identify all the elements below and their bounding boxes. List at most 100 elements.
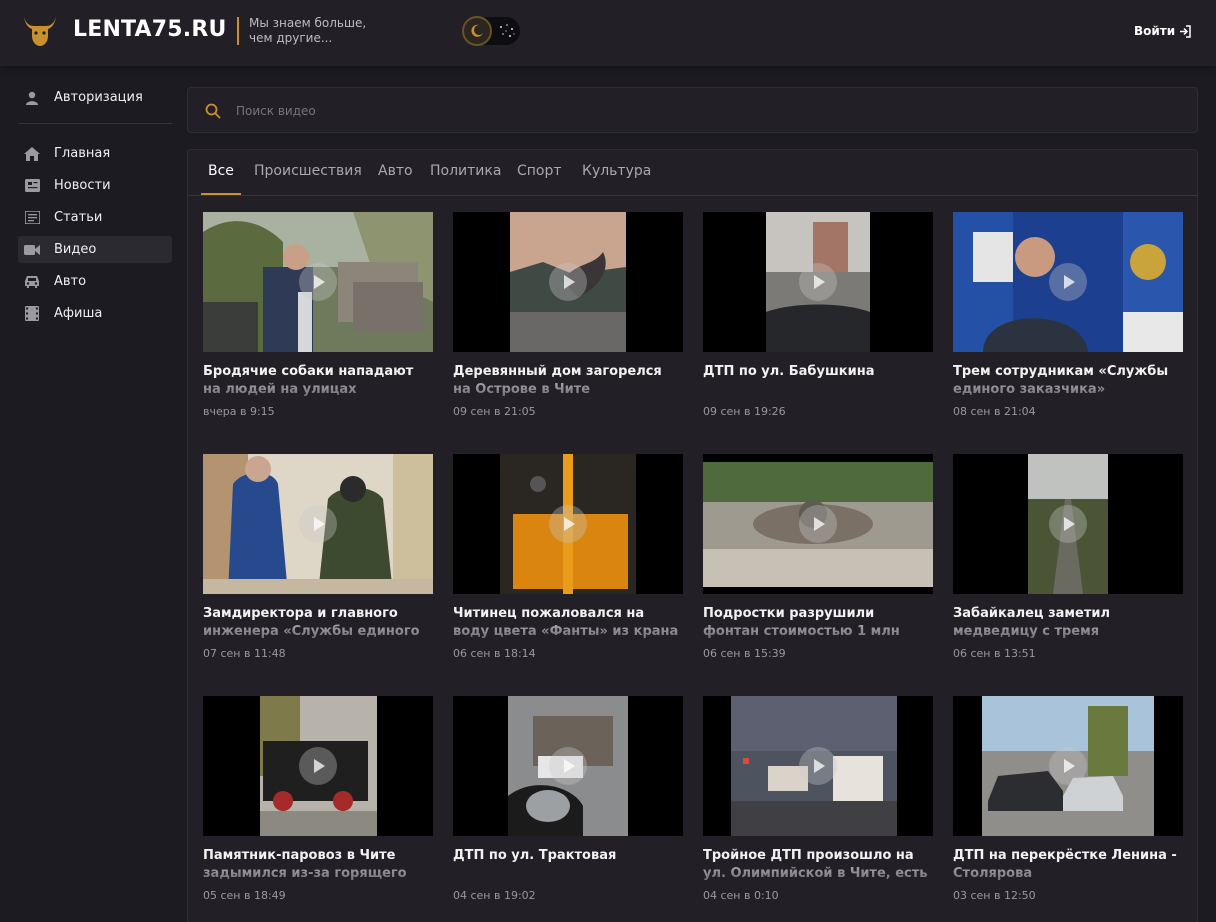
video-card[interactable]: Читинец пожаловался на воду цвета «Фанты… bbox=[453, 454, 683, 674]
search-bar bbox=[187, 87, 1198, 133]
sidebar-item-label: Статьи bbox=[54, 210, 103, 225]
title-fade bbox=[953, 623, 1183, 643]
sidebar-item-label: Авторизация bbox=[54, 90, 143, 105]
video-thumbnail[interactable] bbox=[953, 696, 1183, 836]
video-date: 04 сен в 0:10 bbox=[703, 889, 779, 902]
video-date: 04 сен в 19:02 bbox=[453, 889, 536, 902]
home-icon bbox=[24, 146, 40, 162]
play-icon[interactable] bbox=[1049, 505, 1087, 543]
video-thumbnail[interactable] bbox=[453, 212, 683, 352]
video-date: 05 сен в 18:49 bbox=[203, 889, 286, 902]
sidebar-divider bbox=[18, 123, 172, 124]
document-icon bbox=[24, 210, 40, 226]
film-icon bbox=[24, 306, 40, 322]
sidebar-item-label: Новости bbox=[54, 178, 111, 193]
play-icon[interactable] bbox=[549, 263, 587, 301]
video-card[interactable]: Замдиректора и главного инженера «Службы… bbox=[203, 454, 433, 674]
play-icon[interactable] bbox=[1049, 747, 1087, 785]
video-date: 09 сен в 21:05 bbox=[453, 405, 536, 418]
video-card[interactable]: ДТП по ул. Трактовая 04 сен в 19:02 bbox=[453, 696, 683, 916]
title-fade bbox=[203, 865, 433, 885]
video-date: 06 сен в 13:51 bbox=[953, 647, 1036, 660]
title-fade bbox=[703, 865, 933, 885]
logo-divider bbox=[237, 17, 239, 45]
video-card[interactable]: Памятник-паровоз в Чите задымился из-за … bbox=[203, 696, 433, 916]
login-label: Войти bbox=[1134, 24, 1176, 38]
video-thumbnail[interactable] bbox=[953, 212, 1183, 352]
sidebar-item-home[interactable]: Главная bbox=[18, 140, 172, 167]
tab-all[interactable]: Все bbox=[208, 163, 234, 179]
login-arrow-icon bbox=[1180, 24, 1191, 38]
video-card[interactable]: Подростки разрушили фонтан стоимостью 1 … bbox=[703, 454, 933, 674]
video-thumbnail[interactable] bbox=[453, 696, 683, 836]
title-fade bbox=[453, 623, 683, 643]
tab-auto[interactable]: Авто bbox=[378, 163, 413, 179]
category-tabs: Все Происшествия Авто Политика Спорт Кул… bbox=[188, 150, 1197, 196]
sidebar-item-label: Видео bbox=[54, 242, 97, 257]
tab-culture[interactable]: Культура bbox=[582, 163, 651, 179]
video-thumbnail[interactable] bbox=[203, 696, 433, 836]
stars-icon bbox=[500, 24, 515, 37]
video-card[interactable]: Забайкалец заметил медведицу с тремя 06 … bbox=[953, 454, 1183, 674]
site-tagline: Мы знаем больше, чем другие... bbox=[249, 16, 367, 45]
title-fade bbox=[453, 381, 683, 401]
sidebar-item-afisha[interactable]: Афиша bbox=[18, 300, 172, 327]
video-thumbnail[interactable] bbox=[953, 454, 1183, 594]
tab-politics[interactable]: Политика bbox=[430, 163, 501, 179]
tab-sport[interactable]: Спорт bbox=[517, 163, 562, 179]
video-date: 08 сен в 21:04 bbox=[953, 405, 1036, 418]
bull-logo-icon[interactable] bbox=[22, 14, 58, 48]
video-date: 06 сен в 18:14 bbox=[453, 647, 536, 660]
active-tab-indicator bbox=[201, 193, 241, 195]
moon-icon bbox=[462, 16, 492, 46]
video-card[interactable]: ДТП на перекрёстке Ленина - Столярова 03… bbox=[953, 696, 1183, 916]
title-fade bbox=[703, 623, 933, 643]
video-title[interactable]: ДТП по ул. Трактовая bbox=[453, 847, 683, 883]
sidebar-item-auth[interactable]: Авторизация bbox=[18, 84, 172, 111]
video-date: 06 сен в 15:39 bbox=[703, 647, 786, 660]
sidebar-item-articles[interactable]: Статьи bbox=[18, 204, 172, 231]
play-icon[interactable] bbox=[549, 505, 587, 543]
video-card[interactable]: Тройное ДТП произошло на ул. Олимпийской… bbox=[703, 696, 933, 916]
sidebar-item-news[interactable]: Новости bbox=[18, 172, 172, 199]
car-icon bbox=[24, 274, 40, 290]
play-icon[interactable] bbox=[799, 263, 837, 301]
site-logo-text[interactable]: LENTA75.RU bbox=[73, 17, 227, 42]
tab-incidents[interactable]: Происшествия bbox=[254, 163, 362, 179]
video-thumbnail[interactable] bbox=[703, 212, 933, 352]
search-input[interactable] bbox=[236, 100, 1136, 122]
sidebar-item-auto[interactable]: Авто bbox=[18, 268, 172, 295]
sidebar-item-label: Афиша bbox=[54, 306, 103, 321]
video-card[interactable]: ДТП по ул. Бабушкина 09 сен в 19:26 bbox=[703, 212, 933, 432]
video-thumbnail[interactable] bbox=[703, 454, 933, 594]
play-icon[interactable] bbox=[549, 747, 587, 785]
user-icon bbox=[24, 90, 40, 106]
theme-toggle[interactable] bbox=[462, 16, 520, 46]
video-title[interactable]: ДТП по ул. Бабушкина bbox=[703, 363, 933, 399]
play-icon[interactable] bbox=[299, 505, 337, 543]
newspaper-icon bbox=[24, 178, 40, 194]
sidebar-item-label: Главная bbox=[54, 146, 111, 161]
video-thumbnail[interactable] bbox=[453, 454, 683, 594]
video-thumbnail[interactable] bbox=[203, 212, 433, 352]
play-icon[interactable] bbox=[799, 505, 837, 543]
title-fade bbox=[953, 865, 1183, 885]
play-icon[interactable] bbox=[1049, 263, 1087, 301]
video-date: 07 сен в 11:48 bbox=[203, 647, 286, 660]
play-icon[interactable] bbox=[299, 263, 337, 301]
video-date: вчера в 9:15 bbox=[203, 405, 275, 418]
video-thumbnail[interactable] bbox=[203, 454, 433, 594]
sidebar: Авторизация Главная Новости Статьи Видео… bbox=[18, 84, 172, 332]
sidebar-item-video[interactable]: Видео bbox=[18, 236, 172, 263]
play-icon[interactable] bbox=[799, 747, 837, 785]
video-card[interactable]: Трем сотрудникам «Службы единого заказчи… bbox=[953, 212, 1183, 432]
video-thumbnail[interactable] bbox=[703, 696, 933, 836]
login-button[interactable]: Войти bbox=[1134, 24, 1192, 38]
search-icon[interactable] bbox=[205, 103, 221, 119]
title-fade bbox=[203, 623, 433, 643]
sidebar-item-label: Авто bbox=[54, 274, 87, 289]
site-header: LENTA75.RU Мы знаем больше, чем другие..… bbox=[0, 0, 1216, 66]
video-card[interactable]: Деревянный дом загорелся на Острове в Чи… bbox=[453, 212, 683, 432]
video-card[interactable]: Бродячие собаки нападают на людей на ули… bbox=[203, 212, 433, 432]
play-icon[interactable] bbox=[299, 747, 337, 785]
